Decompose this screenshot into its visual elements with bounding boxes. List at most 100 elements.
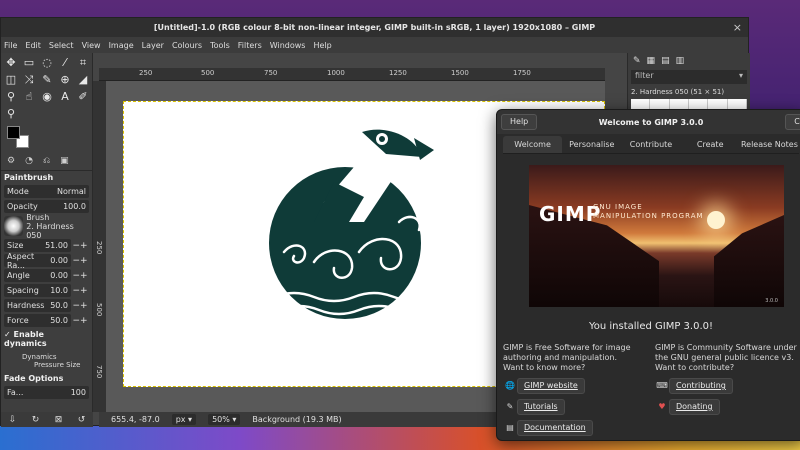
patterns-tab-icon[interactable]: ▦	[647, 56, 656, 66]
reset-icon[interactable]: ↺	[78, 415, 86, 425]
puffin-pupil	[379, 136, 385, 142]
force-row[interactable]: Force 50.0 −+	[1, 313, 92, 328]
hardness-row[interactable]: Hardness 50.0 −+	[1, 298, 92, 313]
zoom-dropdown[interactable]: 50% ▾	[208, 414, 241, 425]
clone-icon[interactable]: ⚲	[3, 89, 19, 105]
fuzzy-select-icon[interactable]: ⁄	[57, 55, 73, 71]
restore-icon[interactable]: ↻	[32, 415, 40, 425]
welcome-right-column: GIMP is Community Software under the GNU…	[655, 343, 799, 436]
close-button[interactable]: Close	[785, 114, 800, 130]
foreground-color[interactable]	[7, 126, 20, 139]
brush-row[interactable]: Brush 2. Hardness 050	[1, 212, 92, 240]
contributing-link[interactable]: Contributing	[669, 378, 733, 394]
smudge-icon[interactable]: ☝	[21, 89, 37, 105]
close-icon[interactable]: ×	[733, 18, 742, 37]
delete-icon[interactable]: ⊠	[55, 415, 63, 425]
crop-icon[interactable]: ⌗	[75, 55, 91, 71]
fade-options-label[interactable]: Fade Options	[1, 372, 92, 385]
eraser-icon[interactable]: ◢	[75, 72, 91, 88]
gimp-website-link[interactable]: GIMP website	[517, 378, 585, 394]
images-tab-icon[interactable]: ▣	[60, 156, 69, 168]
documentation-link-row: ▤ Documentation	[503, 420, 647, 436]
enable-dynamics-checkbox[interactable]: ✓ Enable dynamics	[1, 328, 92, 350]
aspect-row[interactable]: Aspect Ra... 0.00 −+	[1, 252, 92, 270]
menu-view[interactable]: View	[82, 41, 101, 50]
lasso-icon[interactable]: ◌	[39, 55, 55, 71]
save-options-icon[interactable]: ⇩	[9, 415, 17, 425]
mode-row[interactable]: Mode Normal	[1, 184, 92, 199]
aspect-value: 0.00	[50, 256, 68, 265]
dynamics-label: Dynamics	[22, 353, 57, 361]
document-history-icon[interactable]: ▥	[676, 56, 685, 66]
unit-dropdown[interactable]: px ▾	[171, 414, 197, 425]
aspect-stepper[interactable]: −+	[71, 256, 89, 266]
hardness-stepper[interactable]: −+	[71, 301, 89, 311]
splash-subtitle-line2: MANIPULATION PROGRAM	[593, 212, 704, 220]
ruler-mark: 1500	[451, 69, 469, 77]
spacing-label: Spacing	[7, 286, 39, 295]
website-link-row: 🌐 GIMP website	[503, 378, 647, 394]
help-button[interactable]: Help	[501, 114, 538, 130]
welcome-header: Help Welcome to GIMP 3.0.0 Close	[497, 110, 800, 134]
tutorial-icon: ✎	[506, 402, 514, 411]
paths-icon[interactable]: ✎	[39, 72, 55, 88]
menu-edit[interactable]: Edit	[25, 41, 41, 50]
ruler-mark: 500	[95, 303, 103, 317]
chevron-down-icon[interactable]: ▾	[739, 71, 743, 83]
move-tool-icon[interactable]: ✥	[3, 55, 19, 71]
menu-filters[interactable]: Filters	[238, 41, 262, 50]
tool-options-title: Paintbrush	[1, 170, 92, 184]
menu-layer[interactable]: Layer	[142, 41, 164, 50]
fonts-tab-icon[interactable]: ▤	[661, 56, 670, 66]
force-label: Force	[7, 316, 29, 325]
tab-welcome[interactable]: Welcome	[503, 136, 563, 153]
device-status-tab-icon[interactable]: ◔	[25, 156, 33, 168]
size-stepper[interactable]: −+	[71, 241, 89, 251]
tab-contribute[interactable]: Contribute	[621, 136, 680, 153]
brush-label: Brush	[26, 212, 50, 222]
force-stepper[interactable]: −+	[71, 316, 89, 326]
menu-image[interactable]: Image	[109, 41, 134, 50]
tab-create[interactable]: Create	[681, 136, 740, 153]
tab-release-notes[interactable]: Release Notes	[740, 136, 799, 153]
rect-select-icon[interactable]: ▭	[21, 55, 37, 71]
menu-file[interactable]: File	[4, 41, 17, 50]
spacing-stepper[interactable]: −+	[71, 286, 89, 296]
selected-brush-name: 2. Hardness 050 (51 × 51)	[631, 88, 725, 96]
paintbrush-icon[interactable]: ✐	[75, 89, 91, 105]
menu-colours[interactable]: Colours	[172, 41, 202, 50]
tool-options-tab-icon[interactable]: ⚙	[7, 156, 15, 168]
brush-thumbnail[interactable]	[4, 216, 24, 236]
menu-tools[interactable]: Tools	[210, 41, 230, 50]
zoom-icon[interactable]: ⚲	[3, 106, 19, 122]
tutorials-link-row: ✎ Tutorials	[503, 399, 647, 415]
tab-personalise[interactable]: Personalise	[562, 136, 621, 153]
color-picker-icon[interactable]: ⊕	[57, 72, 73, 88]
menu-select[interactable]: Select	[49, 41, 74, 50]
angle-stepper[interactable]: −+	[71, 271, 89, 281]
know-more-text: Want to know more?	[503, 363, 586, 372]
fade-row[interactable]: Fa... 100	[1, 385, 92, 400]
bucket-fill-icon[interactable]: ◉	[39, 89, 55, 105]
brush-filter-input[interactable]: filter ▾	[631, 70, 747, 84]
hardness-label: Hardness	[7, 301, 45, 310]
brush-value: 2. Hardness 050	[26, 221, 74, 240]
status-info: Background (19.3 MB)	[252, 415, 342, 424]
text-tool-icon[interactable]: A	[57, 89, 73, 105]
unified-transform-icon[interactable]: ◫	[3, 72, 19, 88]
undo-history-tab-icon[interactable]: ⎌	[43, 156, 50, 168]
brushes-tab-icon[interactable]: ✎	[633, 56, 641, 66]
toolbox-bottom-buttons: ⇩ ↻ ⊠ ↺	[1, 412, 93, 427]
menu-help[interactable]: Help	[313, 41, 331, 50]
menubar: File Edit Select View Image Layer Colour…	[1, 37, 748, 53]
angle-row[interactable]: Angle 0.00 −+	[1, 268, 92, 283]
color-swatches[interactable]	[1, 124, 92, 154]
welcome-columns: GIMP is Free Software for image authorin…	[503, 343, 799, 436]
warp-icon[interactable]: ⤨	[21, 72, 37, 88]
menu-windows[interactable]: Windows	[270, 41, 306, 50]
dynamics-row[interactable]: Dynamics Pressure Size	[1, 350, 92, 372]
documentation-link[interactable]: Documentation	[517, 420, 593, 436]
tutorials-link[interactable]: Tutorials	[517, 399, 565, 415]
spacing-row[interactable]: Spacing 10.0 −+	[1, 283, 92, 298]
donating-link[interactable]: Donating	[669, 399, 720, 415]
